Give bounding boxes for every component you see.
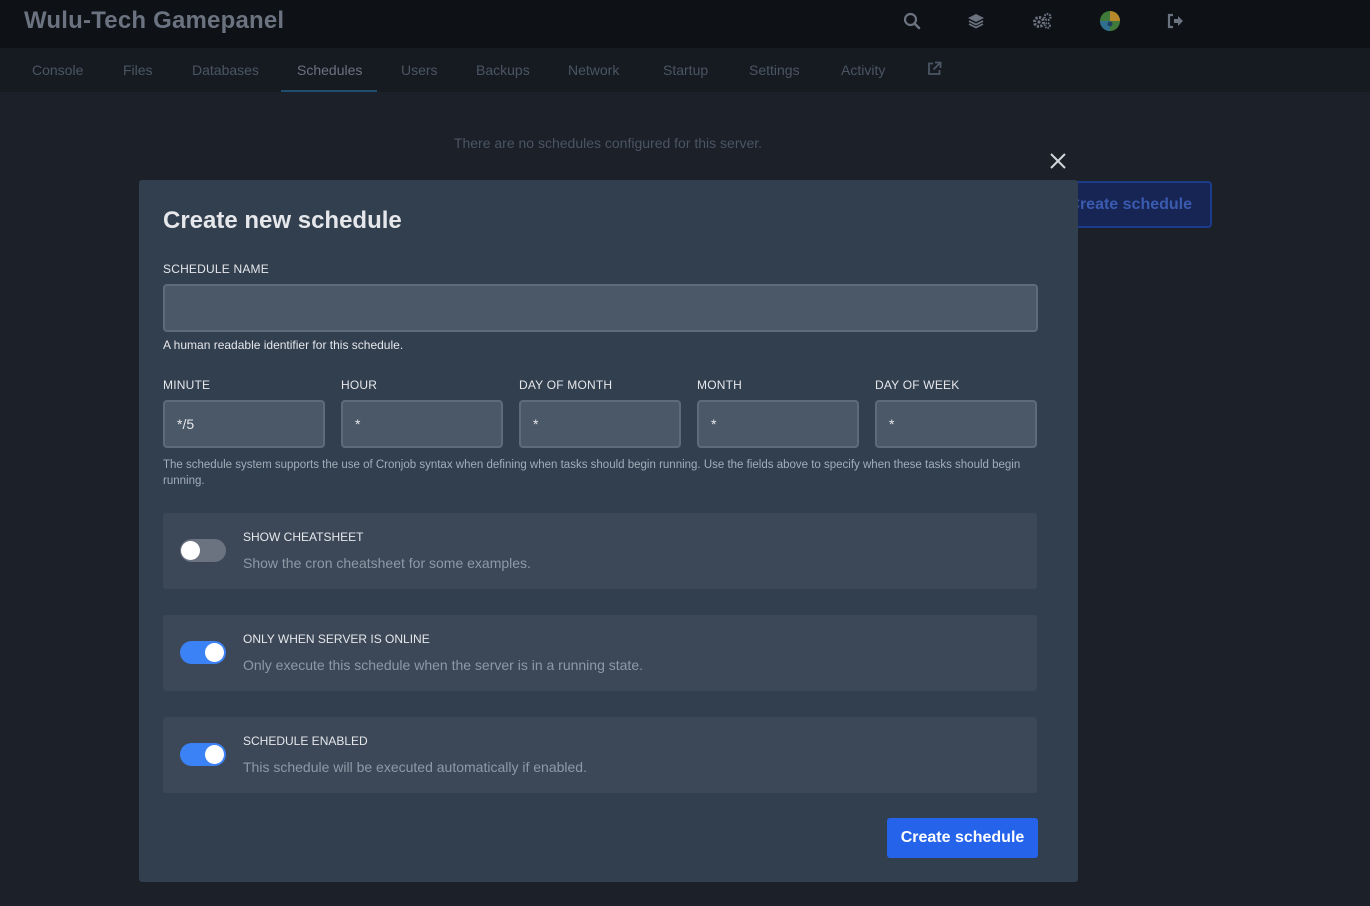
schedule-name-label: SCHEDULE NAME	[163, 262, 269, 276]
month-input[interactable]	[697, 400, 859, 448]
external-link-icon[interactable]	[927, 61, 942, 79]
schedule-enabled-toggle[interactable]	[180, 743, 226, 766]
search-icon[interactable]	[901, 10, 923, 32]
hour-input[interactable]	[341, 400, 503, 448]
tab-console[interactable]: Console	[32, 62, 83, 78]
schedule-name-hint: A human readable identifier for this sch…	[163, 338, 404, 352]
close-icon[interactable]	[1046, 149, 1070, 173]
hour-label: HOUR	[341, 378, 378, 392]
tab-databases[interactable]: Databases	[192, 62, 259, 78]
only-when-online-row: ONLY WHEN SERVER IS ONLINE Only execute …	[163, 615, 1037, 691]
toggle-description: This schedule will be executed automatic…	[243, 759, 587, 775]
day-of-month-input[interactable]	[519, 400, 681, 448]
minute-input[interactable]	[163, 400, 325, 448]
cron-hint: The schedule system supports the use of …	[163, 459, 1021, 487]
schedule-enabled-row: SCHEDULE ENABLED This schedule will be e…	[163, 717, 1037, 793]
day-of-month-label: DAY OF MONTH	[519, 378, 613, 392]
toggle-description: Show the cron cheatsheet for some exampl…	[243, 555, 531, 571]
minute-label: MINUTE	[163, 378, 211, 392]
tab-users[interactable]: Users	[401, 62, 438, 78]
day-of-week-input[interactable]	[875, 400, 1037, 448]
toggle-title: SCHEDULE ENABLED	[243, 734, 368, 748]
toggle-title: ONLY WHEN SERVER IS ONLINE	[243, 632, 430, 646]
app-title[interactable]: Wulu-Tech Gamepanel	[24, 7, 284, 35]
cogs-icon[interactable]	[1031, 10, 1053, 32]
day-of-week-label: DAY OF WEEK	[875, 378, 960, 392]
tab-schedules[interactable]: Schedules	[297, 62, 362, 78]
tab-settings[interactable]: Settings	[749, 62, 800, 78]
tab-activity[interactable]: Activity	[841, 62, 885, 78]
create-schedule-modal: Create new schedule SCHEDULE NAME A huma…	[139, 180, 1078, 882]
active-tab-indicator	[281, 90, 377, 92]
tab-startup[interactable]: Startup	[663, 62, 708, 78]
month-label: MONTH	[697, 378, 742, 392]
toggle-title: SHOW CHEATSHEET	[243, 530, 364, 544]
avatar[interactable]	[1099, 10, 1121, 32]
toggle-description: Only execute this schedule when the serv…	[243, 657, 643, 673]
only-when-online-toggle[interactable]	[180, 641, 226, 664]
toggle-knob	[181, 541, 200, 560]
tab-backups[interactable]: Backups	[476, 62, 530, 78]
tab-network[interactable]: Network	[568, 62, 619, 78]
sign-out-icon[interactable]	[1165, 10, 1187, 32]
toggle-knob	[205, 745, 224, 764]
tab-files[interactable]: Files	[123, 62, 153, 78]
show-cheatsheet-row: SHOW CHEATSHEET Show the cron cheatsheet…	[163, 513, 1037, 589]
layers-icon[interactable]	[965, 10, 987, 32]
show-cheatsheet-toggle[interactable]	[180, 539, 226, 562]
empty-schedules-message: There are no schedules configured for th…	[453, 135, 763, 151]
toggle-knob	[205, 643, 224, 662]
top-bar: Wulu-Tech Gamepanel	[0, 0, 1370, 48]
schedule-name-input[interactable]	[163, 284, 1038, 332]
modal-title: Create new schedule	[163, 207, 402, 234]
create-schedule-button[interactable]: Create schedule	[887, 818, 1038, 858]
server-subnav: Console Files Databases Schedules Users …	[0, 48, 1370, 92]
